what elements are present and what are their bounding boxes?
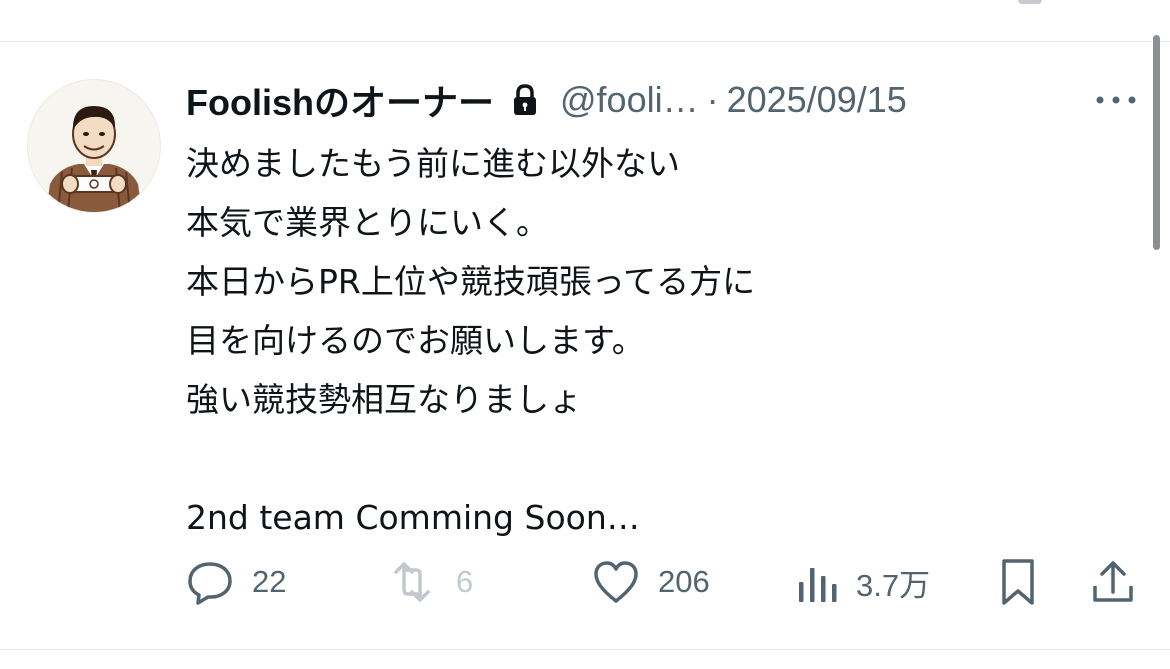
- display-name[interactable]: Foolishのオーナー: [186, 74, 494, 126]
- bookmark-button[interactable]: [998, 557, 1038, 607]
- separator: ·: [706, 79, 719, 120]
- top-edge-indicator: [1018, 0, 1042, 4]
- post-date[interactable]: 2025/09/15: [727, 79, 907, 121]
- post-text-line: 決めましたもう前に進む以外ない: [186, 144, 681, 183]
- reply-icon: [188, 562, 232, 605]
- avatar-illustration: [46, 106, 142, 212]
- post-text-line: 2nd team Comming Soon…: [186, 498, 640, 537]
- post-text-line: 強い競技勢相互なりましょ: [186, 380, 582, 419]
- post-text-line: 本気で業界とりにいく。: [186, 203, 549, 242]
- handle[interactable]: @fooli…: [560, 79, 699, 121]
- views-button[interactable]: 3.7万: [796, 557, 930, 607]
- post-header: Foolishのオーナー @fooli… · 2025/09/15: [186, 76, 907, 124]
- divider-top: [0, 41, 1170, 42]
- post-text-line: [186, 429, 1086, 488]
- heart-icon: [594, 561, 638, 603]
- post-text-line: 目を向けるのでお願いします。: [186, 321, 645, 360]
- divider-bottom: [0, 649, 1170, 650]
- more-icon[interactable]: [1094, 88, 1138, 112]
- reply-button[interactable]: 22: [186, 557, 286, 607]
- repost-count: 6: [456, 564, 474, 599]
- scrollbar[interactable]: [1153, 35, 1160, 250]
- reply-count: 22: [252, 564, 287, 599]
- post-text-line: 本日からPR上位や競技頑張ってる方に: [186, 262, 756, 301]
- views-icon: [799, 568, 837, 602]
- repost-button[interactable]: 6: [386, 557, 473, 607]
- lock-icon: [514, 84, 536, 115]
- like-button[interactable]: 206: [592, 557, 710, 607]
- share-button[interactable]: [1090, 557, 1136, 607]
- views-count: 3.7万: [856, 567, 931, 603]
- repost-icon: [394, 562, 430, 602]
- bookmark-icon: [1002, 559, 1034, 605]
- like-count: 206: [658, 564, 710, 599]
- share-icon: [1093, 561, 1133, 602]
- avatar[interactable]: [27, 79, 161, 213]
- post-body: 決めましたもう前に進む以外ない 本気で業界とりにいく。 本日からPR上位や競技頑…: [186, 134, 1086, 547]
